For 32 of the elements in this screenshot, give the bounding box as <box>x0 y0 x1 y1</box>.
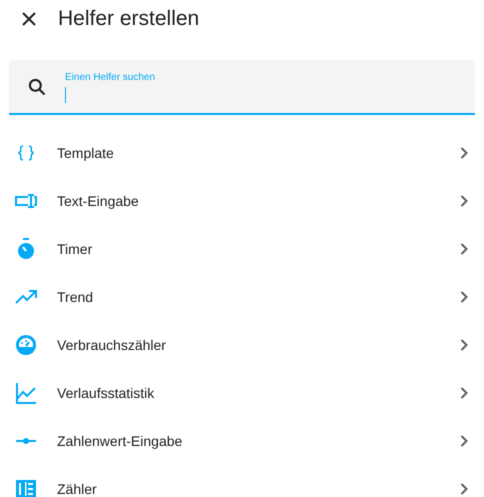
helper-list-item[interactable]: Timer <box>0 225 484 273</box>
dialog-title: Helfer erstellen <box>58 6 200 32</box>
item-label: Text-Eingabe <box>57 192 140 211</box>
item-label: Zähler <box>57 480 98 497</box>
field-label: Einen Helfer suchen <box>65 71 156 85</box>
helper-list-item[interactable]: Zahlenwert-Eingabe <box>0 417 484 465</box>
text-cursor <box>65 87 66 103</box>
chevron-right-icon <box>460 387 468 399</box>
chevron-right-icon <box>460 483 468 495</box>
helper-list-item[interactable]: Verlaufsstatistik <box>0 369 484 417</box>
close-button[interactable] <box>20 10 38 28</box>
chevron-right-icon <box>460 243 468 255</box>
item-label: Timer <box>57 240 94 258</box>
chevron-right-icon <box>460 435 468 447</box>
item-label: Trend <box>57 288 94 306</box>
chevron-right-icon <box>460 339 468 351</box>
item-label: Verlaufsstatistik <box>57 384 156 402</box>
search-icon <box>27 76 47 96</box>
chevron-right-icon <box>460 195 468 207</box>
helper-list-item[interactable]: Zähler <box>0 465 484 497</box>
item-label: Template <box>57 144 115 163</box>
slider-icon <box>14 437 38 445</box>
helper-list-item[interactable]: Trend <box>0 273 484 321</box>
chevron-right-icon <box>460 291 468 303</box>
helper-list-item[interactable]: Verbrauchszähler <box>0 321 484 369</box>
line-chart-icon <box>14 381 38 405</box>
item-label: Verbrauchszähler <box>57 336 167 354</box>
helper-list-item[interactable]: Template <box>0 129 484 177</box>
item-label: Zahlenwert-Eingabe <box>57 432 184 451</box>
chevron-right-icon <box>460 147 468 159</box>
helper-list-item[interactable]: Text-Eingabe <box>0 177 484 225</box>
gauge-icon <box>14 333 38 357</box>
